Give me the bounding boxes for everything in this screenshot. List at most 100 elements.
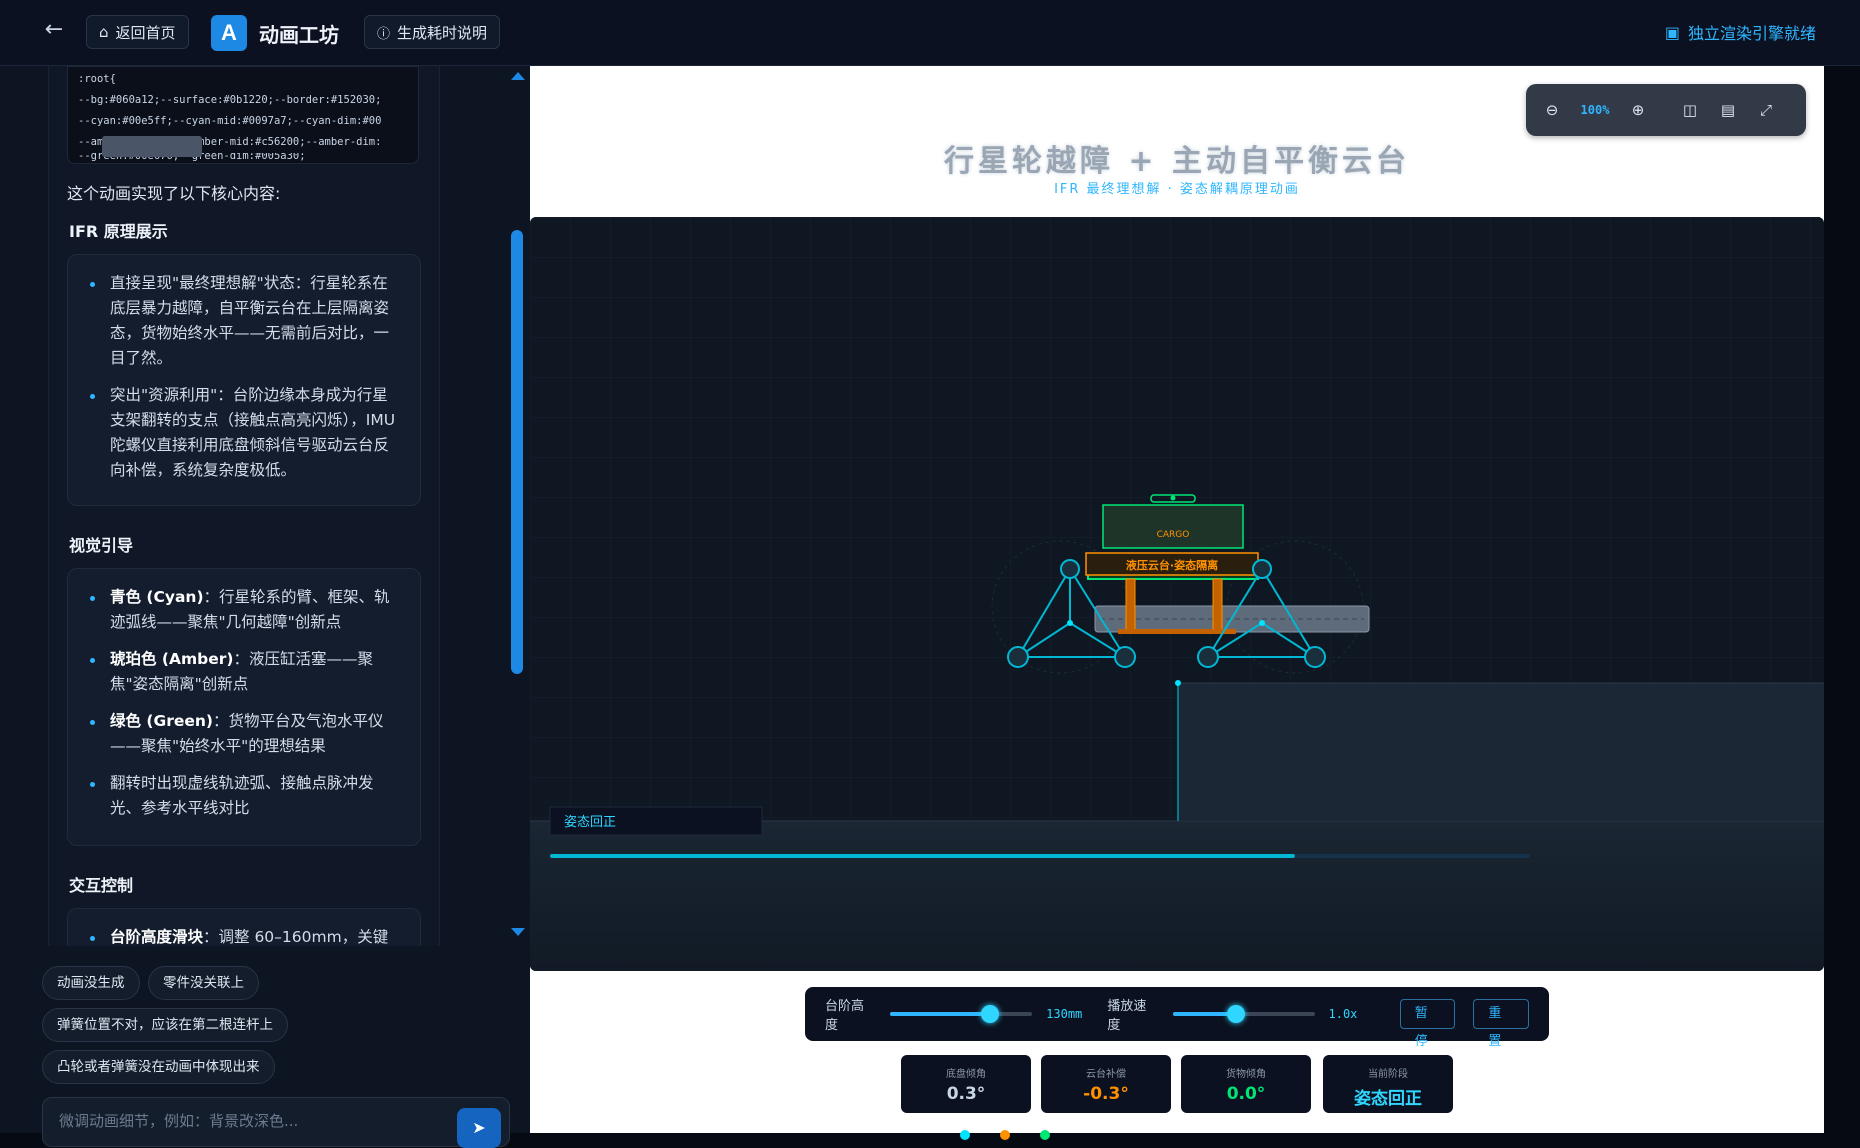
step-height-value: 130mm: [1046, 1007, 1083, 1021]
section-title-visual: 视觉引导: [69, 536, 134, 555]
list-item: 直接呈现"最终理想解"状态：行星轮系在底层暴力越障，自平衡云台在上层隔离姿态，货…: [90, 271, 402, 371]
stat-phase: 当前阶段 姿态回正: [1323, 1055, 1453, 1113]
legend-item: [1040, 1130, 1050, 1140]
step-obstacle: [1178, 683, 1824, 821]
send-icon[interactable]: ➤: [457, 1108, 501, 1148]
green-dot-icon: [1040, 1130, 1050, 1140]
code-line: --cyan:#00e5ff;--cyan-mid:#0097a7;--cyan…: [78, 115, 382, 127]
cargo-label: CARGO: [1157, 530, 1190, 540]
zoom-level: 100%: [1580, 103, 1610, 117]
list-item: 台阶高度滑块：调整 60–160mm，关键: [90, 925, 402, 946]
ground-floor: [530, 821, 1824, 971]
cylinder-base: [1118, 629, 1236, 634]
contact-point: [1175, 680, 1181, 686]
list-item: 绿色 (Green)：货物平台及气泡水平仪——聚焦"始终水平"的理想结果: [90, 709, 402, 759]
code-line: --bg:#060a12;--surface:#0b1220;--border:…: [78, 94, 382, 106]
scroll-down-icon[interactable]: [511, 928, 525, 936]
speed-value: 1.0x: [1328, 1007, 1358, 1021]
section-title-controls: 交互控制: [69, 876, 134, 895]
cyan-dot-icon: [960, 1130, 970, 1140]
zoom-out-icon[interactable]: ⊖: [1538, 96, 1566, 124]
stage-toolbar: ⊖ 100% ⊕ ◫ ▤ ⤢: [1526, 84, 1806, 136]
message-input-box[interactable]: ➤: [42, 1097, 510, 1148]
chat-message-column[interactable]: :root{ --bg:#060a12;--surface:#0b1220;--…: [48, 66, 440, 946]
list-item: 突出"资源利用"：台阶边缘本身成为行星支架翻转的支点（接触点高亮闪烁），IMU …: [90, 383, 402, 483]
app-logo: A: [211, 15, 247, 51]
stat-value: 姿态回正: [1354, 1089, 1422, 1109]
stat-value: 0.0°: [1226, 1084, 1266, 1104]
phase-banner-text: 姿态回正: [564, 814, 616, 830]
step-slider-knob[interactable]: [980, 1005, 999, 1023]
reset-button[interactable]: 重置: [1473, 999, 1529, 1049]
code-horizontal-scrollbar[interactable]: [102, 136, 202, 157]
intro-text: 这个动画实现了以下核心内容:: [67, 184, 281, 203]
message-input[interactable]: [59, 1112, 439, 1130]
stat-cargo-tilt: 货物倾角 0.0°: [1181, 1055, 1311, 1113]
stat-value: 0.3°: [946, 1084, 986, 1104]
control-panel: 台阶高度 130mm 播放速度 1.0x 暂停 重置: [805, 987, 1549, 1049]
green-label: 绿色 (Green): [110, 712, 213, 730]
suggestion-chip[interactable]: 动画没生成: [42, 966, 140, 1000]
hydraulic-cylinder-right: [1212, 578, 1223, 632]
section-title-ifr: IFR 原理展示: [69, 222, 168, 241]
suggestion-chip[interactable]: 凸轮或者弹簧没在动画中体现出来: [42, 1050, 275, 1084]
visual-guide-card: 青色 (Cyan)：行星轮系的臂、框架、轨迹弧线——聚焦"几何越障"创新点 琥珀…: [67, 568, 421, 846]
scene-svg: CARGO 液压云台·姿态隔离 姿态回正: [530, 217, 1824, 971]
cargo-box: [1102, 504, 1244, 549]
suggestion-chip[interactable]: 弹簧位置不对，应该在第二根连杆上: [42, 1008, 288, 1042]
hub-right: [1259, 620, 1265, 626]
home-button[interactable]: ⌂ 返回首页: [86, 15, 189, 49]
home-icon: ⌂: [99, 23, 109, 41]
engine-status-label: 独立渲染引擎就绪: [1687, 24, 1816, 43]
scroll-up-icon[interactable]: [511, 72, 525, 80]
animation-subtitle: IFR 最终理想解 · 姿态解耦原理动画: [1054, 182, 1300, 197]
stat-gimbal-comp: 云台补偿 -0.3°: [1041, 1055, 1171, 1113]
stat-label: 云台补偿: [1086, 1069, 1126, 1080]
hydraulic-cylinder-left: [1125, 578, 1136, 632]
pause-button[interactable]: 暂停: [1399, 999, 1456, 1049]
stat-label: 底盘倾角: [946, 1069, 986, 1080]
app-title: 动画工坊: [259, 23, 339, 47]
ifr-card: 直接呈现"最终理想解"状态：行星轮系在底层暴力越障，自平衡云台在上层隔离姿态，货…: [67, 254, 421, 506]
color-legend: [960, 1130, 1050, 1140]
record-video-icon[interactable]: ◫: [1676, 96, 1704, 124]
top-bar: ← ⌂ 返回首页 A 动画工坊 ⓘ 生成耗时说明 ▣ 独立渲染引擎就绪: [0, 0, 1860, 66]
speed-slider-knob[interactable]: [1227, 1005, 1246, 1023]
list-item: 青色 (Cyan)：行星轮系的臂、框架、轨迹弧线——聚焦"几何越障"创新点: [90, 585, 402, 635]
timing-info-label: 生成耗时说明: [397, 23, 488, 42]
list-item-text: 翻转时出现虚线轨迹弧、接触点脉冲发光、参考水平线对比: [110, 774, 374, 817]
legend-item: [1000, 1130, 1010, 1140]
amber-label: 琥珀色 (Amber): [110, 650, 234, 668]
info-icon: ⓘ: [377, 26, 391, 42]
progress-fill: [550, 854, 1295, 858]
back-arrow-icon[interactable]: ←: [42, 18, 66, 42]
hub-left: [1067, 620, 1073, 626]
timing-info-button[interactable]: ⓘ 生成耗时说明: [364, 15, 501, 49]
code-block[interactable]: :root{ --bg:#060a12;--surface:#0b1220;--…: [67, 66, 419, 164]
list-item: 翻转时出现虚线轨迹弧、接触点脉冲发光、参考水平线对比: [90, 771, 402, 821]
zoom-in-icon[interactable]: ⊕: [1624, 96, 1652, 124]
fullscreen-icon[interactable]: ⤢: [1752, 96, 1780, 124]
animation-canvas[interactable]: CARGO 液压云台·姿态隔离 姿态回正: [530, 217, 1824, 971]
step-height-label: 台阶高度: [825, 999, 865, 1033]
cyan-label: 青色 (Cyan): [110, 588, 204, 606]
gimbal-label: 液压云台·姿态隔离: [1126, 558, 1218, 572]
home-button-label: 返回首页: [115, 23, 176, 42]
engine-status: ▣ 独立渲染引擎就绪: [1665, 20, 1816, 44]
export-code-icon[interactable]: ▤: [1714, 96, 1742, 124]
stat-chassis-tilt: 底盘倾角 0.3°: [901, 1055, 1031, 1113]
animation-stage: 行星轮越障 + 主动自平衡云台 IFR 最终理想解 · 姿态解耦原理动画 ⊖ 1…: [530, 66, 1824, 1140]
list-item-text: ：调整 60–160mm，关键: [203, 928, 389, 946]
level-bubble: [1170, 495, 1176, 501]
monitor-icon: ▣: [1664, 22, 1680, 42]
step-height-slider[interactable]: [890, 1005, 1033, 1023]
interactive-controls-card: 台阶高度滑块：调整 60–160mm，关键: [67, 908, 421, 946]
suggestion-chip[interactable]: 零件没关联上: [148, 966, 259, 1000]
speed-label: 播放速度: [1107, 999, 1147, 1033]
chat-scrollbar-thumb[interactable]: [511, 230, 523, 674]
step-slider-fill: [890, 1012, 990, 1016]
step-slider-label: 台阶高度滑块: [110, 928, 204, 946]
amber-dot-icon: [1000, 1130, 1010, 1140]
speed-slider[interactable]: [1172, 1005, 1315, 1023]
stat-label: 货物倾角: [1226, 1069, 1266, 1080]
